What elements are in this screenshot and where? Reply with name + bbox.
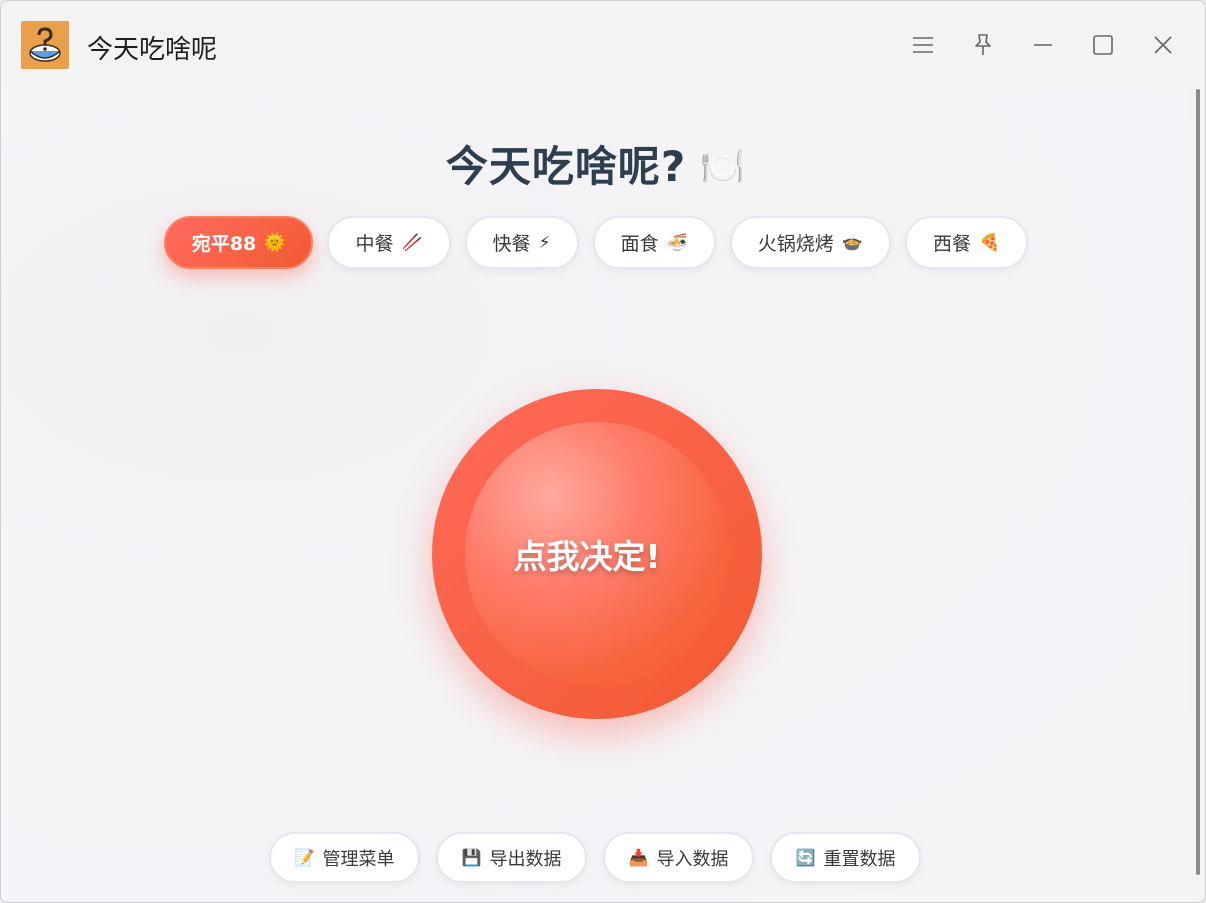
export-data-button[interactable]: 💾 导出数据 bbox=[436, 832, 587, 883]
tab-fastfood[interactable]: 快餐 ⚡ bbox=[464, 216, 579, 269]
tab-hotpot-bbq[interactable]: 火锅烧烤 🍲 bbox=[729, 216, 891, 269]
window-title: 今天吃啥呢 bbox=[87, 35, 218, 65]
title-bar[interactable]: 今天吃啥呢 bbox=[1, 1, 1205, 89]
refresh-icon: 🔄 bbox=[795, 848, 816, 867]
noodle-bowl-icon: 🍜 bbox=[666, 232, 688, 253]
page-title-text: 今天吃啥呢? bbox=[445, 142, 687, 191]
tab-label: 西餐 bbox=[932, 233, 971, 255]
tab-wanping88[interactable]: 宛平88 🌞 bbox=[163, 216, 314, 269]
sun-icon: 🌞 bbox=[264, 232, 286, 253]
action-label: 管理菜单 bbox=[322, 848, 395, 870]
action-label: 导出数据 bbox=[489, 848, 562, 870]
import-data-button[interactable]: 📥 导入数据 bbox=[603, 832, 754, 883]
floppy-disk-icon: 💾 bbox=[461, 848, 482, 867]
minimize-icon[interactable] bbox=[1027, 29, 1059, 61]
decide-button[interactable]: 点我决定! bbox=[432, 389, 762, 719]
scrollbar-thumb[interactable] bbox=[1196, 89, 1200, 875]
page-title: 今天吃啥呢? 🍽️ bbox=[1, 133, 1191, 194]
tab-western[interactable]: 西餐 🍕 bbox=[904, 216, 1029, 269]
main-content: 今天吃啥呢? 🍽️ 宛平88 🌞 中餐 🥢 快餐 ⚡ 面食 🍜 火锅烧烤 🍲 西… bbox=[1, 89, 1191, 902]
reset-data-button[interactable]: 🔄 重置数据 bbox=[770, 832, 921, 883]
menu-icon[interactable] bbox=[907, 29, 939, 61]
tab-label: 快餐 bbox=[492, 233, 531, 255]
vertical-scrollbar[interactable] bbox=[1193, 89, 1203, 879]
manage-menu-button[interactable]: 📝 管理菜单 bbox=[269, 832, 420, 883]
action-label: 重置数据 bbox=[823, 848, 896, 870]
pin-icon[interactable] bbox=[967, 29, 999, 61]
chopsticks-icon: 🥢 bbox=[401, 232, 423, 253]
tab-chinese[interactable]: 中餐 🥢 bbox=[327, 216, 451, 269]
tab-label: 面食 bbox=[620, 233, 659, 255]
bottom-actions: 📝 管理菜单 💾 导出数据 📥 导入数据 🔄 重置数据 bbox=[1, 832, 1191, 883]
action-label: 导入数据 bbox=[656, 848, 729, 870]
category-tabs: 宛平88 🌞 中餐 🥢 快餐 ⚡ 面食 🍜 火锅烧烤 🍲 西餐 🍕 bbox=[1, 216, 1191, 269]
tab-label: 中餐 bbox=[355, 233, 394, 255]
hotpot-icon: 🍲 bbox=[841, 232, 863, 253]
app-window: 今天吃啥呢 今天吃啥呢? 🍽️ 宛平88 🌞 中餐 🥢 快餐 ⚡ 面食 🍜 火锅… bbox=[0, 0, 1206, 903]
lightning-icon: ⚡ bbox=[538, 232, 551, 253]
memo-icon: 📝 bbox=[294, 848, 315, 867]
close-icon[interactable] bbox=[1147, 29, 1179, 61]
tab-label: 宛平88 bbox=[191, 233, 257, 255]
question-bowl-icon bbox=[21, 21, 69, 69]
inbox-tray-icon: 📥 bbox=[628, 848, 649, 867]
maximize-icon[interactable] bbox=[1087, 29, 1119, 61]
plate-icon: 🍽️ bbox=[700, 147, 747, 188]
decide-button-label: 点我决定! bbox=[513, 537, 661, 576]
pizza-icon: 🍕 bbox=[978, 232, 1001, 253]
tab-noodles[interactable]: 面食 🍜 bbox=[592, 216, 716, 269]
tab-label: 火锅烧烤 bbox=[757, 233, 834, 255]
